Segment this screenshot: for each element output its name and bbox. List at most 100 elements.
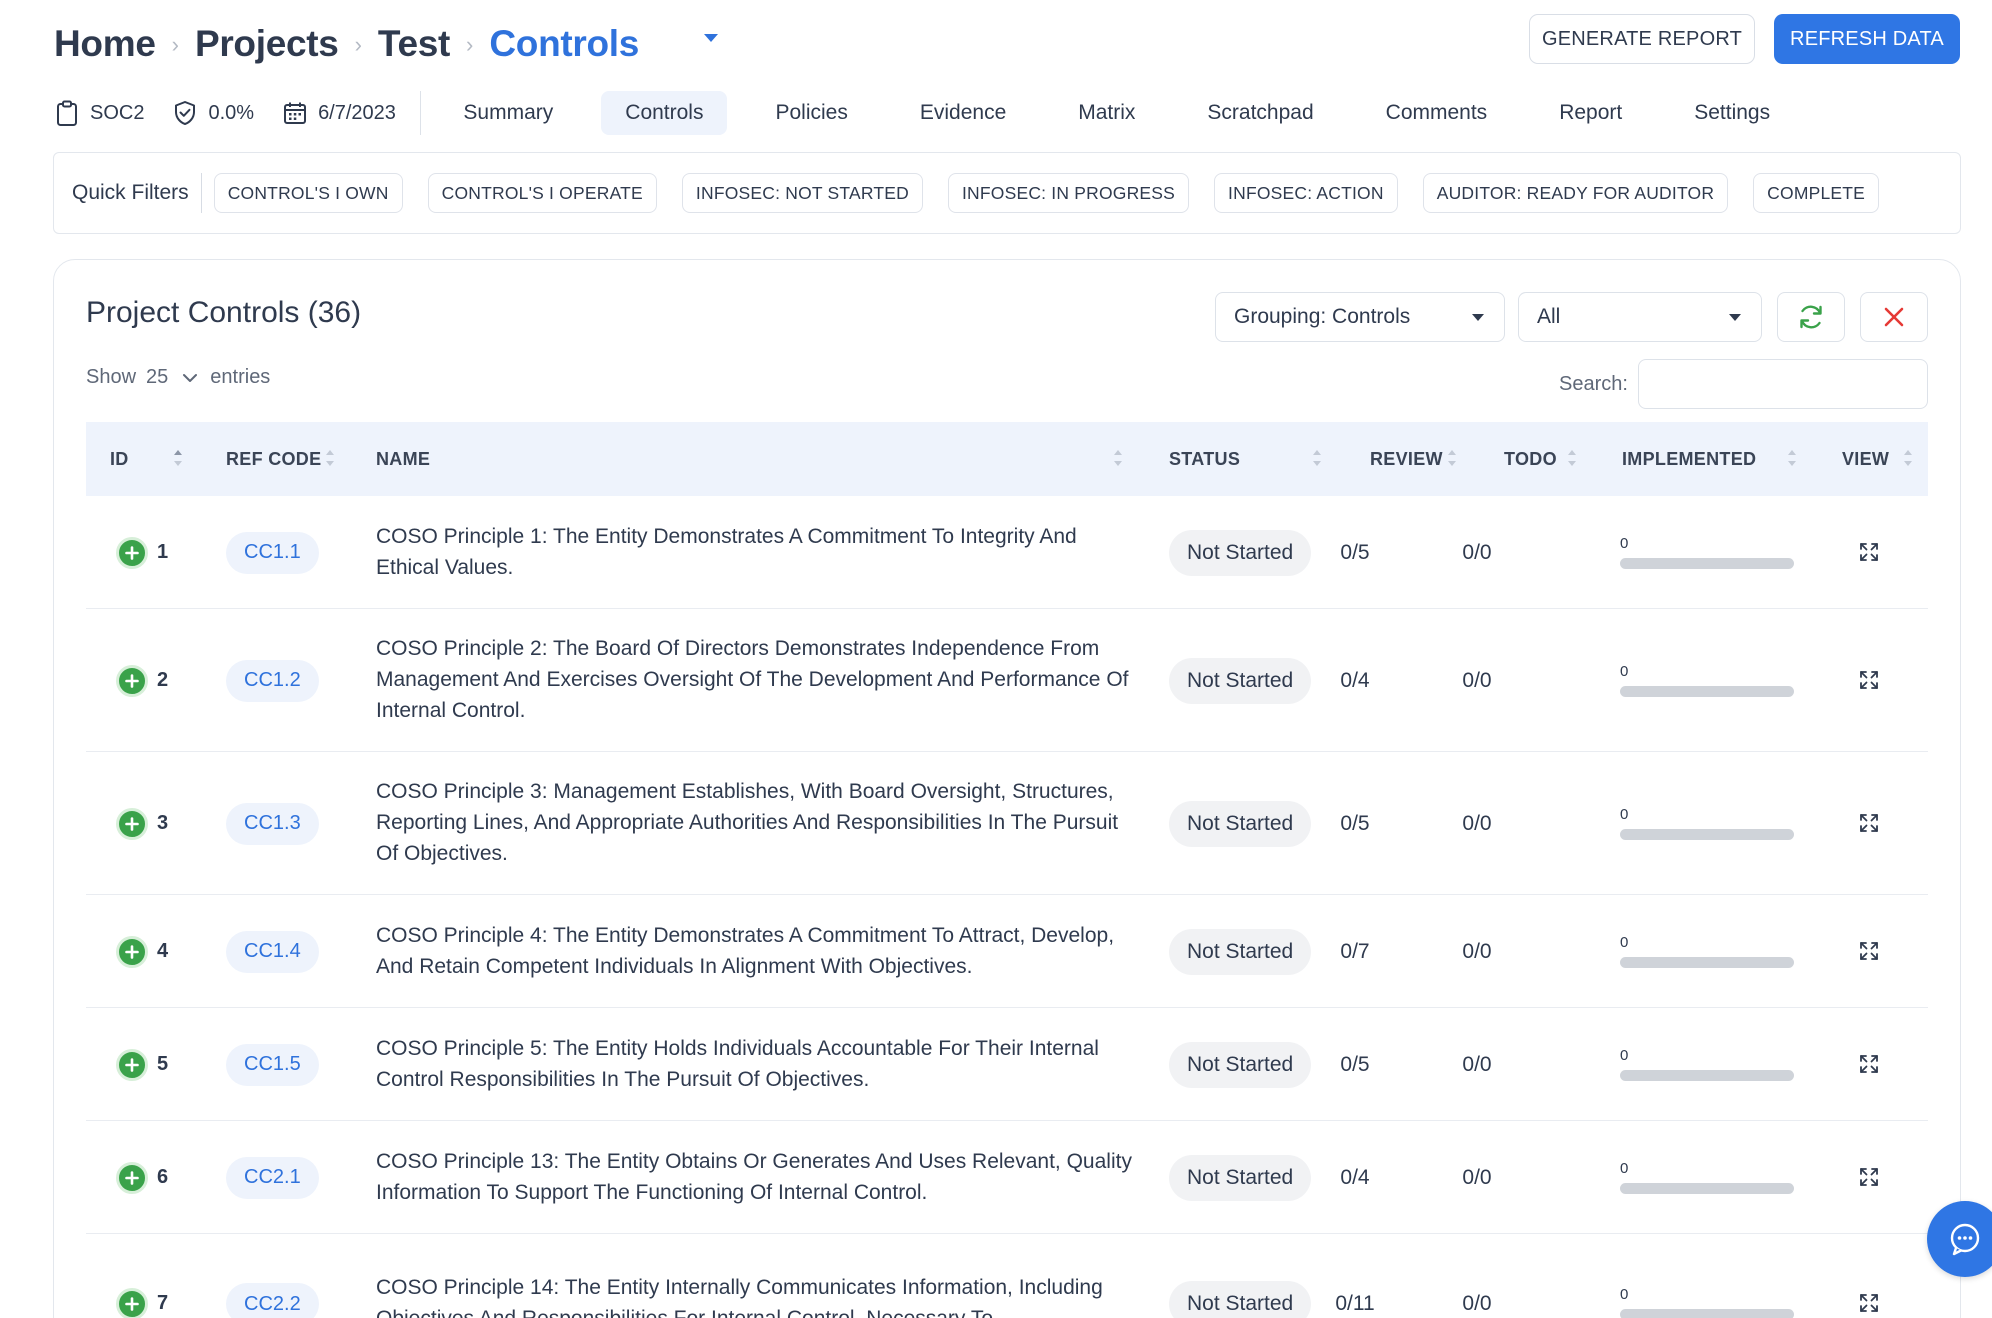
refresh-data-button[interactable]: REFRESH DATA [1774,14,1960,64]
status-badge: Not Started [1169,1041,1312,1088]
table-row[interactable]: 7 CC2.2 COSO Principle 14: The Entity Inte… [86,1234,1928,1318]
status-badge: Not Started [1169,1281,1312,1318]
expand-view-icon[interactable] [1858,1166,1880,1188]
ref-code-link[interactable]: CC1.5 [226,1043,319,1086]
ref-code-link[interactable]: CC1.4 [226,930,319,973]
clear-filters-button[interactable] [1860,292,1928,342]
expand-view-icon[interactable] [1858,1292,1880,1314]
entries-label: entries [210,366,271,388]
sort-icon[interactable] [1448,450,1456,468]
shield-check-icon [172,99,198,127]
status-filter-select[interactable]: All [1518,292,1762,342]
expand-row-icon[interactable] [116,1161,148,1194]
table-row[interactable]: 5 CC1.5 COSO Principle 5: The Entity Holds… [86,1008,1928,1121]
tab-matrix[interactable]: Matrix [1054,91,1159,135]
filter-chip-auditor-ready[interactable]: AUDITOR: READY FOR AUDITOR [1422,173,1729,213]
table-row[interactable]: 2 CC1.2 COSO Principle 2: The Board Of Dir… [86,609,1928,752]
breadcrumb-home[interactable]: Home [54,23,156,65]
breadcrumb: Home › Projects › Test › Controls [54,14,639,74]
table-row[interactable]: 1 CC1.1 COSO Principle 1: The Entity Demon… [86,496,1928,609]
project-controls-card: Project Controls (36) Grouping: Controls… [53,259,1961,1318]
breadcrumb-projects[interactable]: Projects [195,23,339,65]
sort-icon[interactable] [326,450,334,468]
tab-settings[interactable]: Settings [1670,91,1794,135]
page-length-control: Show 25 entries [86,366,270,389]
filter-chip-controls-i-operate[interactable]: CONTROL'S I OPERATE [427,173,657,213]
expand-row-icon[interactable] [116,807,148,840]
tab-report[interactable]: Report [1535,91,1646,135]
control-name: COSO Principle 13: The Entity Obtains Or… [376,1149,1132,1204]
expand-row-icon[interactable] [116,536,148,569]
expand-view-icon[interactable] [1858,812,1880,834]
ref-code-link[interactable]: CC1.2 [226,659,319,702]
ref-code-link[interactable]: CC1.1 [226,531,319,574]
implemented-value: 0 [1620,805,1629,823]
implemented-value: 0 [1620,1046,1629,1064]
search-input[interactable] [1638,359,1928,409]
column-header-name[interactable]: NAME [376,422,430,496]
ref-code-link[interactable]: CC2.2 [226,1283,319,1318]
status-badge: Not Started [1169,529,1312,576]
tab-scratchpad[interactable]: Scratchpad [1183,91,1337,135]
ref-code-link[interactable]: CC1.3 [226,802,319,845]
expand-row-icon[interactable] [116,664,148,697]
tab-policies[interactable]: Policies [751,91,871,135]
filter-chip-complete[interactable]: COMPLETE [1753,173,1880,213]
todo-count: 0/0 [1462,1165,1492,1189]
table-row[interactable]: 3 CC1.3 COSO Principle 3: Management Estab… [86,752,1928,895]
implemented-progress-bar [1620,956,1794,968]
ref-code-link[interactable]: CC2.1 [226,1156,319,1199]
tab-comments[interactable]: Comments [1362,91,1512,135]
column-header-view[interactable]: VIEW [1842,422,1889,496]
expand-view-icon[interactable] [1858,940,1880,962]
chevron-down-icon[interactable] [182,372,198,384]
refresh-table-button[interactable] [1777,292,1845,342]
filter-chip-infosec-in-progress[interactable]: INFOSEC: IN PROGRESS [947,173,1190,213]
search-label: Search: [1559,373,1628,395]
compliance-meta: 0.0% [172,99,254,127]
breadcrumb-dropdown-icon[interactable] [704,34,718,42]
column-header-id[interactable]: ID [110,422,129,496]
column-header-implemented[interactable]: IMPLEMENTED [1622,422,1756,496]
tab-summary[interactable]: Summary [439,91,577,135]
tab-evidence[interactable]: Evidence [896,91,1030,135]
table-row[interactable]: 4 CC1.4 COSO Principle 4: The Entity Demon… [86,895,1928,1008]
filter-chip-infosec-not-started[interactable]: INFOSEC: NOT STARTED [681,173,923,213]
review-count: 0/7 [1340,939,1370,963]
sort-icon[interactable] [1114,450,1122,468]
tab-controls[interactable]: Controls [601,91,728,135]
status-filter-value: All [1537,305,1561,328]
expand-view-icon[interactable] [1858,1053,1880,1075]
page-length-select[interactable]: 25 [146,366,168,389]
caret-down-icon [1472,314,1484,321]
column-header-ref-code[interactable]: REF CODE [226,422,321,496]
generate-report-button[interactable]: GENERATE REPORT [1529,14,1755,64]
sort-icon[interactable] [1904,450,1912,468]
column-header-todo[interactable]: TODO [1504,422,1557,496]
column-header-status[interactable]: STATUS [1169,422,1240,496]
row-id: 6 [157,1165,169,1188]
project-nav: SOC2 0.0% 6/7/2023 Summary Controls Poli… [54,88,1960,138]
review-count: 0/4 [1340,1165,1370,1189]
implemented-progress-bar [1620,1069,1794,1081]
card-title: Project Controls (36) [86,296,362,329]
quick-filters: Quick Filters CONTROL'S I OWN CONTROL'S … [53,152,1961,234]
filter-chip-controls-i-own[interactable]: CONTROL'S I OWN [213,173,403,213]
breadcrumb-project[interactable]: Test [378,23,450,65]
status-badge: Not Started [1169,657,1312,704]
expand-row-icon[interactable] [116,1048,148,1081]
expand-row-icon[interactable] [116,935,148,968]
sort-icon[interactable] [1313,450,1321,468]
expand-view-icon[interactable] [1858,541,1880,563]
sort-icon[interactable] [1568,450,1576,468]
column-header-review[interactable]: REVIEW [1370,422,1443,496]
expand-row-icon[interactable] [116,1288,148,1318]
table-row[interactable]: 6 CC2.1 COSO Principle 13: The Entity Obta… [86,1121,1928,1234]
grouping-select[interactable]: Grouping: Controls [1215,292,1505,342]
expand-view-icon[interactable] [1858,669,1880,691]
table-body: 1 CC1.1 COSO Principle 1: The Entity Demon… [86,496,1928,1318]
sort-icon[interactable] [174,450,182,468]
status-badge: Not Started [1169,800,1312,847]
filter-chip-infosec-action[interactable]: INFOSEC: ACTION [1214,173,1398,213]
sort-icon[interactable] [1788,450,1796,468]
